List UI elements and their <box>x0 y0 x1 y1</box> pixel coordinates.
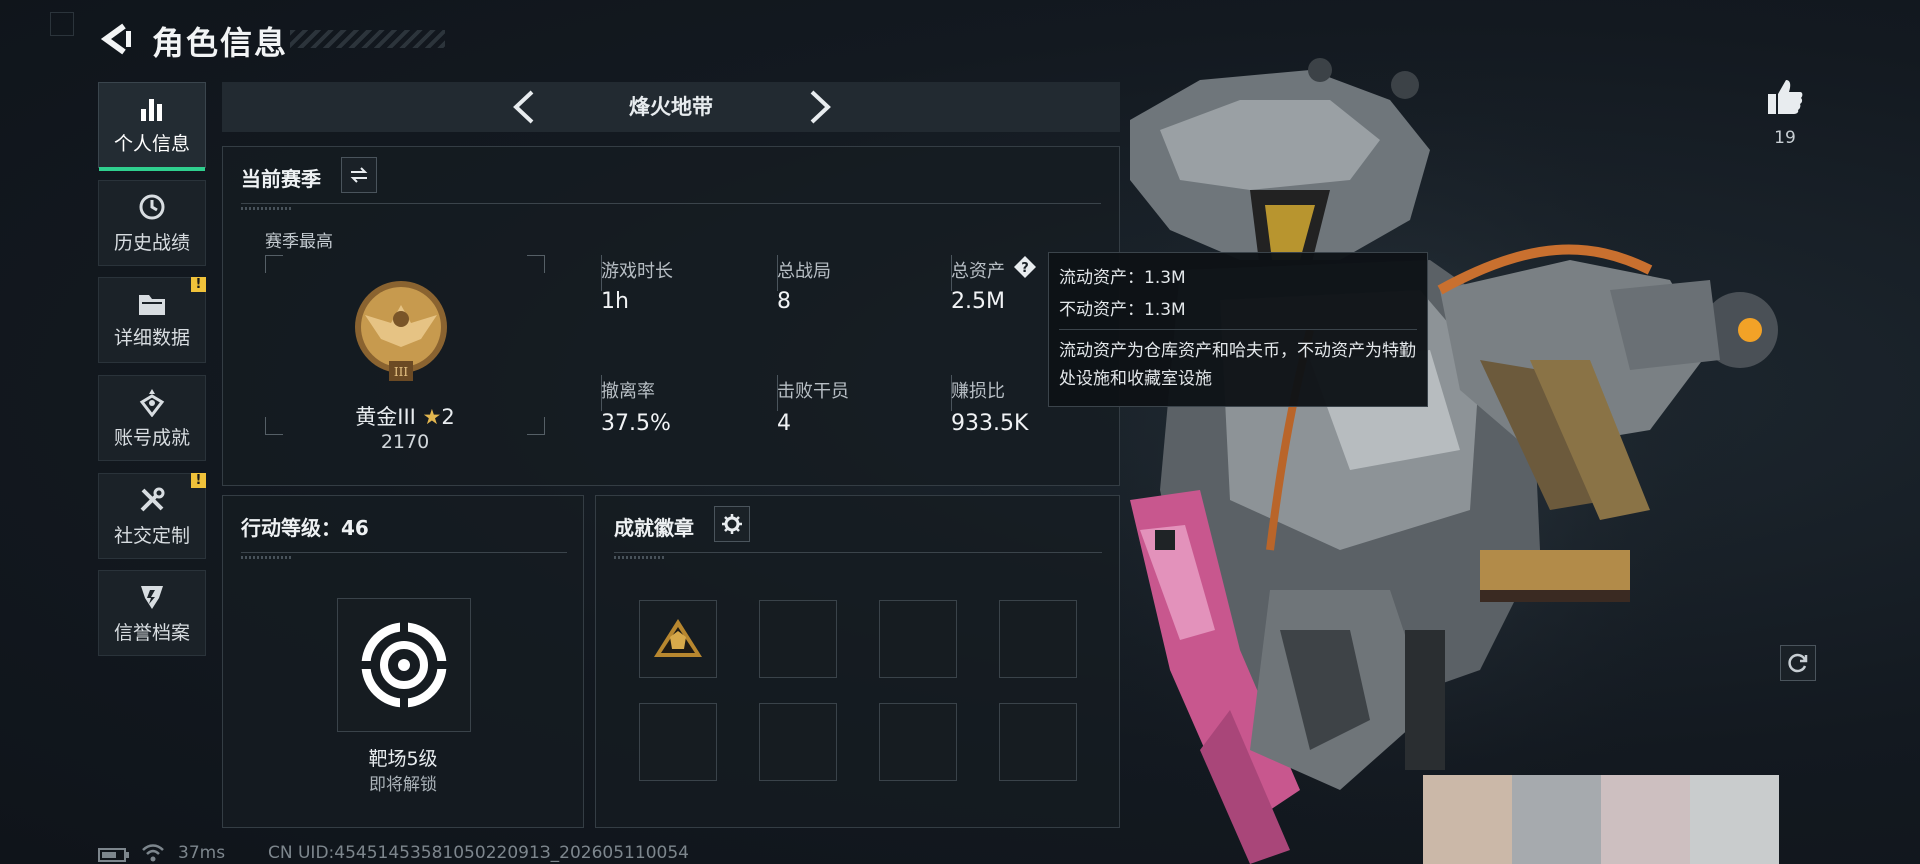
alert-badge: ! <box>191 277 206 292</box>
like-count: 19 <box>1774 128 1796 148</box>
gear-icon <box>722 514 742 534</box>
season-best-label: 赛季最高 <box>265 232 333 252</box>
tooltip-fixed-assets: 不动资产：1.3M <box>1059 300 1186 320</box>
stat-value-operators-defeated: 4 <box>777 411 791 436</box>
sidebar-item-personal-info[interactable]: 个人信息 <box>98 82 206 171</box>
stat-value-total-assets: 2.5M <box>951 289 1005 314</box>
badge-settings-button[interactable] <box>714 506 750 542</box>
tools-icon <box>140 487 165 511</box>
stat-value-play-time: 1h <box>601 289 629 314</box>
rank-name: 黄金III <box>355 405 416 429</box>
credit-shield-icon <box>141 585 163 609</box>
sidebar-item-label: 账号成就 <box>113 426 190 449</box>
page-title: 角色信息 <box>152 24 289 62</box>
badge-slot-empty[interactable] <box>759 600 837 678</box>
rank-stars: 2 <box>441 405 455 429</box>
divider <box>241 552 567 553</box>
stat-label-play-time: 游戏时长 <box>601 261 673 282</box>
back-arrow-icon[interactable] <box>98 22 132 56</box>
title-decoration <box>290 30 445 48</box>
game-mode-label: 烽火地带 <box>629 95 713 119</box>
badge-slot-empty[interactable] <box>999 600 1077 678</box>
unlock-status: 即将解锁 <box>369 775 437 795</box>
bar-chart-icon <box>141 98 162 121</box>
stat-label-total-assets: 总资产 <box>951 261 1005 282</box>
sidebar-item-detailed-data[interactable]: ! 详细数据 <box>98 277 206 363</box>
rank-points: 2170 <box>380 431 430 453</box>
tooltip-liquid-assets: 流动资产：1.3M <box>1059 268 1186 288</box>
badge-slot-empty[interactable] <box>639 703 717 781</box>
badge-slot-empty[interactable] <box>879 703 957 781</box>
chevron-left-icon[interactable] <box>504 86 544 128</box>
sidebar-item-label: 信誉档案 <box>113 621 190 644</box>
stat-label-extraction-rate: 撤离率 <box>601 381 655 402</box>
tooltip-description: 流动资产为仓库资产和哈夫币，不动资产为特勤处设施和收藏室设施 <box>1059 341 1416 389</box>
rank-title: 黄金III ★2 <box>265 401 545 431</box>
sidebar-item-label: 个人信息 <box>113 132 190 155</box>
sidebar-item-social-custom[interactable]: ! 社交定制 <box>98 473 206 559</box>
rank-roman-text: III <box>394 365 408 379</box>
color-swatch <box>1690 775 1779 864</box>
sidebar-item-achievements[interactable]: 账号成就 <box>98 375 206 461</box>
action-level-title: 行动等级：46 <box>241 516 369 540</box>
season-switch-button[interactable] <box>341 157 377 193</box>
chevron-right-icon[interactable] <box>800 86 840 128</box>
network-ping: 37ms <box>178 843 226 863</box>
divider-decoration <box>241 556 291 559</box>
stat-label-profit-loss-ratio: 赚损比 <box>951 381 1005 402</box>
divider-decoration <box>614 556 664 559</box>
sidebar-item-label: 详细数据 <box>113 326 190 349</box>
stat-value-total-matches: 8 <box>777 289 791 314</box>
achievement-badges-panel: 成就徽章 <box>595 495 1120 828</box>
alert-badge: ! <box>191 473 206 488</box>
rotate-model-button[interactable] <box>1780 645 1816 681</box>
stat-label-total-matches: 总战局 <box>777 261 831 282</box>
decorative-corner-square <box>50 12 74 36</box>
stat-value-profit-loss-ratio: 933.5K <box>951 411 1029 436</box>
color-swatch <box>1601 775 1690 864</box>
divider <box>241 203 1101 204</box>
wifi-icon <box>142 844 164 862</box>
assets-tooltip: 流动资产：1.3M 不动资产：1.3M 流动资产为仓库资产和哈夫币，不动资产为特… <box>1048 252 1428 407</box>
sidebar-item-history[interactable]: 历史战绩 <box>98 180 206 266</box>
divider <box>614 552 1102 553</box>
stat-value-extraction-rate: 37.5% <box>601 411 671 436</box>
current-season-panel: 当前赛季 赛季最高 III 黄金III ★2 2170 游戏时长 1h 总战局 … <box>222 146 1120 486</box>
color-swatch <box>1512 775 1601 864</box>
stat-label-operators-defeated: 击败干员 <box>777 381 849 402</box>
target-icon <box>356 617 452 713</box>
divider-decoration <box>241 207 291 210</box>
season-panel-title: 当前赛季 <box>241 167 321 191</box>
badge-slot-empty[interactable] <box>879 600 957 678</box>
action-level-panel: 行动等级：46 靶场5级 即将解锁 <box>222 495 584 828</box>
rotate-icon <box>1788 653 1808 673</box>
triangle-badge-icon <box>654 619 702 657</box>
color-swatch <box>1423 775 1512 864</box>
history-clock-icon <box>139 194 165 219</box>
operator-character-art <box>1030 30 1778 864</box>
help-question-icon[interactable]: ? <box>1013 255 1037 279</box>
svg-text:?: ? <box>1021 261 1029 276</box>
achievement-badges-title: 成就徽章 <box>614 516 694 540</box>
sidebar-item-label: 社交定制 <box>113 524 190 547</box>
range-level-name: 靶场5级 <box>368 748 438 770</box>
swap-arrows-icon <box>350 167 368 183</box>
badge-slot-empty[interactable] <box>759 703 837 781</box>
battery-icon <box>98 848 129 862</box>
range-level-tile[interactable] <box>337 598 471 732</box>
divider <box>1059 329 1417 330</box>
folder-icon <box>139 294 165 315</box>
gold-rank-emblem: III <box>355 281 447 381</box>
badge-slot-empty[interactable] <box>999 703 1077 781</box>
achievement-emblem-icon <box>139 388 165 417</box>
badge-slot-filled[interactable] <box>639 600 717 678</box>
thumbs-up-icon[interactable] <box>1766 78 1804 116</box>
sidebar-item-label: 历史战绩 <box>113 231 190 254</box>
player-uid: CN UID:4545145358105022091З_202605110054 <box>268 843 689 863</box>
sidebar-item-credit-record[interactable]: 信誉档案 <box>98 570 206 656</box>
star-icon: ★ <box>422 405 442 429</box>
